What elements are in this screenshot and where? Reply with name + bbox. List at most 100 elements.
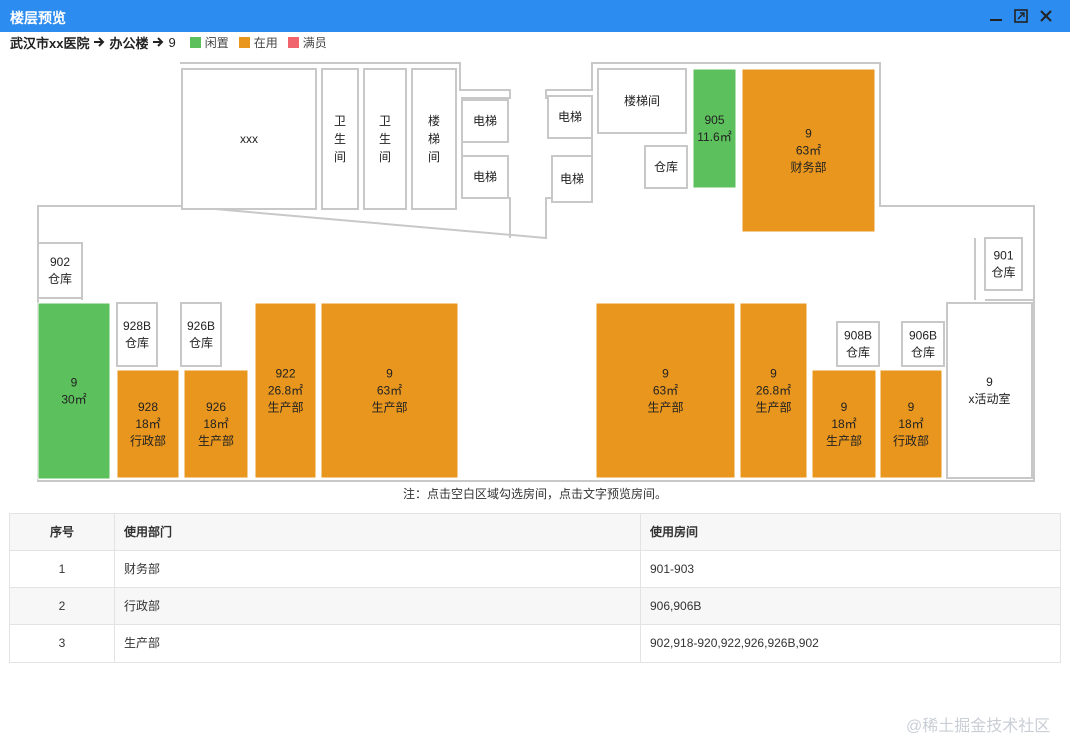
room-label[interactable]: 电梯	[473, 114, 497, 128]
room-label[interactable]: 生产部	[755, 400, 791, 415]
room-label[interactable]: 9	[71, 376, 78, 390]
room-label[interactable]: 928B	[123, 319, 151, 333]
room-label[interactable]: 9	[805, 127, 812, 141]
room-activity[interactable]: 9 x活动室	[946, 302, 1033, 479]
table-row[interactable]: 3 生产部 902,918-920,922,926,926B,902	[10, 625, 1060, 662]
room-label[interactable]: 63㎡	[653, 384, 678, 398]
room-label[interactable]: 电梯	[558, 110, 582, 124]
room-label[interactable]: 行政部	[130, 433, 166, 448]
room-901[interactable]: 901 仓库	[984, 237, 1023, 291]
room-label[interactable]: 9	[662, 367, 669, 381]
room-label[interactable]: 26.8㎡	[756, 384, 791, 398]
room-label[interactable]: 生	[379, 132, 391, 146]
room-label[interactable]: 9	[908, 400, 915, 414]
room-label[interactable]: 仓库	[991, 265, 1015, 280]
room-elev-1[interactable]: 电梯	[461, 99, 509, 143]
room-label[interactable]: 11.6㎡	[697, 130, 731, 144]
room-label[interactable]: 仓库	[846, 345, 870, 360]
room-label[interactable]: 926B	[187, 319, 215, 333]
room-label[interactable]: 922	[275, 367, 295, 381]
room-label[interactable]: x活动室	[968, 391, 1010, 406]
room-label[interactable]: 仓库	[911, 345, 935, 360]
room-label[interactable]: 仓库	[48, 271, 72, 286]
room-903[interactable]: 9 63㎡财务部	[741, 68, 876, 233]
room-label[interactable]: 9	[386, 367, 393, 381]
room-shape[interactable]	[116, 302, 158, 367]
room-label[interactable]: 梯	[428, 132, 440, 146]
minimize-icon[interactable]	[986, 6, 1006, 26]
room-xxx[interactable]: xxx	[181, 68, 317, 210]
room-label[interactable]: 18㎡	[831, 417, 856, 431]
table-row[interactable]: 2 行政部 906,906B	[10, 588, 1060, 625]
room-label[interactable]: xxx	[240, 132, 258, 146]
room-label[interactable]: 901	[993, 249, 1013, 263]
room-label[interactable]: 仓库	[654, 159, 678, 174]
room-912[interactable]: 9 26.8㎡生产部	[739, 302, 808, 479]
room-label[interactable]: 26.8㎡	[268, 384, 303, 398]
room-922[interactable]: 922 26.8㎡生产部	[254, 302, 317, 479]
breadcrumb-building[interactable]: 办公楼	[109, 33, 148, 52]
room-908B[interactable]: 908B 仓库	[836, 321, 880, 367]
room-wc1[interactable]: 卫生间	[321, 68, 359, 210]
room-storage-top[interactable]: 仓库	[644, 145, 688, 189]
table-row[interactable]: 1 财务部 901-903	[10, 551, 1060, 588]
room-stairs-left[interactable]: 楼梯间	[411, 68, 457, 210]
room-908[interactable]: 9 18㎡生产部	[811, 369, 877, 479]
room-stairs-right[interactable]: 楼梯间	[597, 68, 687, 134]
room-label[interactable]: 906B	[909, 329, 937, 343]
room-shape[interactable]	[37, 242, 83, 299]
room-928[interactable]: 928 18㎡行政部	[116, 369, 180, 479]
maximize-icon[interactable]	[1011, 6, 1031, 26]
room-label[interactable]: 928	[138, 400, 158, 414]
room-928B[interactable]: 928B 仓库	[116, 302, 158, 367]
room-918[interactable]: 9 63㎡生产部	[595, 302, 736, 479]
room-label[interactable]: 9	[986, 375, 993, 389]
room-label[interactable]: 905	[704, 113, 724, 127]
room-wc2[interactable]: 卫生间	[363, 68, 407, 210]
room-shape[interactable]	[692, 68, 737, 189]
room-label[interactable]: 18㎡	[203, 417, 228, 431]
room-label[interactable]: 生	[334, 132, 346, 146]
room-label[interactable]: 926	[206, 400, 226, 414]
room-926B[interactable]: 926B 仓库	[180, 302, 222, 367]
breadcrumb-hospital[interactable]: 武汉市xx医院	[10, 33, 89, 52]
room-label[interactable]: 9	[770, 367, 777, 381]
room-label[interactable]: 卫	[379, 114, 391, 128]
room-label[interactable]: 生产部	[826, 433, 862, 448]
room-905[interactable]: 905 11.6㎡	[692, 68, 737, 189]
room-label[interactable]: 生产部	[647, 400, 683, 415]
room-label[interactable]: 间	[428, 150, 440, 164]
room-label[interactable]: 仓库	[125, 335, 149, 350]
room-shape[interactable]	[946, 302, 1033, 479]
room-930[interactable]: 930㎡	[37, 302, 111, 480]
room-906[interactable]: 9 18㎡行政部	[879, 369, 943, 479]
room-label[interactable]: 生产部	[267, 400, 303, 415]
room-elev-3[interactable]: 电梯	[547, 95, 593, 139]
room-label[interactable]: 18㎡	[898, 417, 923, 431]
room-label[interactable]: 电梯	[560, 172, 584, 186]
room-label[interactable]: 电梯	[473, 170, 497, 184]
room-label[interactable]: 财务部	[790, 160, 826, 175]
room-label[interactable]: 9	[841, 400, 848, 414]
room-label[interactable]: 63㎡	[377, 384, 402, 398]
room-label[interactable]: 902	[50, 255, 70, 269]
room-label[interactable]: 908B	[844, 329, 872, 343]
room-926[interactable]: 926 18㎡生产部	[183, 369, 249, 479]
room-902[interactable]: 902 仓库	[37, 242, 83, 299]
room-shape[interactable]	[984, 237, 1023, 291]
room-label[interactable]: 18㎡	[135, 417, 160, 431]
room-label[interactable]: 生产部	[198, 433, 234, 448]
room-906B[interactable]: 906B 仓库	[901, 321, 945, 367]
room-label[interactable]: 楼	[428, 113, 440, 128]
room-label[interactable]: 行政部	[893, 433, 929, 448]
room-label[interactable]: 卫	[334, 114, 346, 128]
room-920[interactable]: 9 63㎡生产部	[320, 302, 459, 479]
room-elev-2[interactable]: 电梯	[461, 155, 509, 199]
room-label[interactable]: 间	[334, 150, 346, 164]
room-elev-4[interactable]: 电梯	[551, 155, 593, 203]
room-label[interactable]: 生产部	[371, 400, 407, 415]
room-label[interactable]: 楼梯间	[624, 93, 660, 108]
room-label[interactable]: 30㎡	[61, 393, 86, 407]
room-label[interactable]: 63㎡	[796, 144, 821, 158]
room-shape[interactable]	[37, 302, 111, 480]
